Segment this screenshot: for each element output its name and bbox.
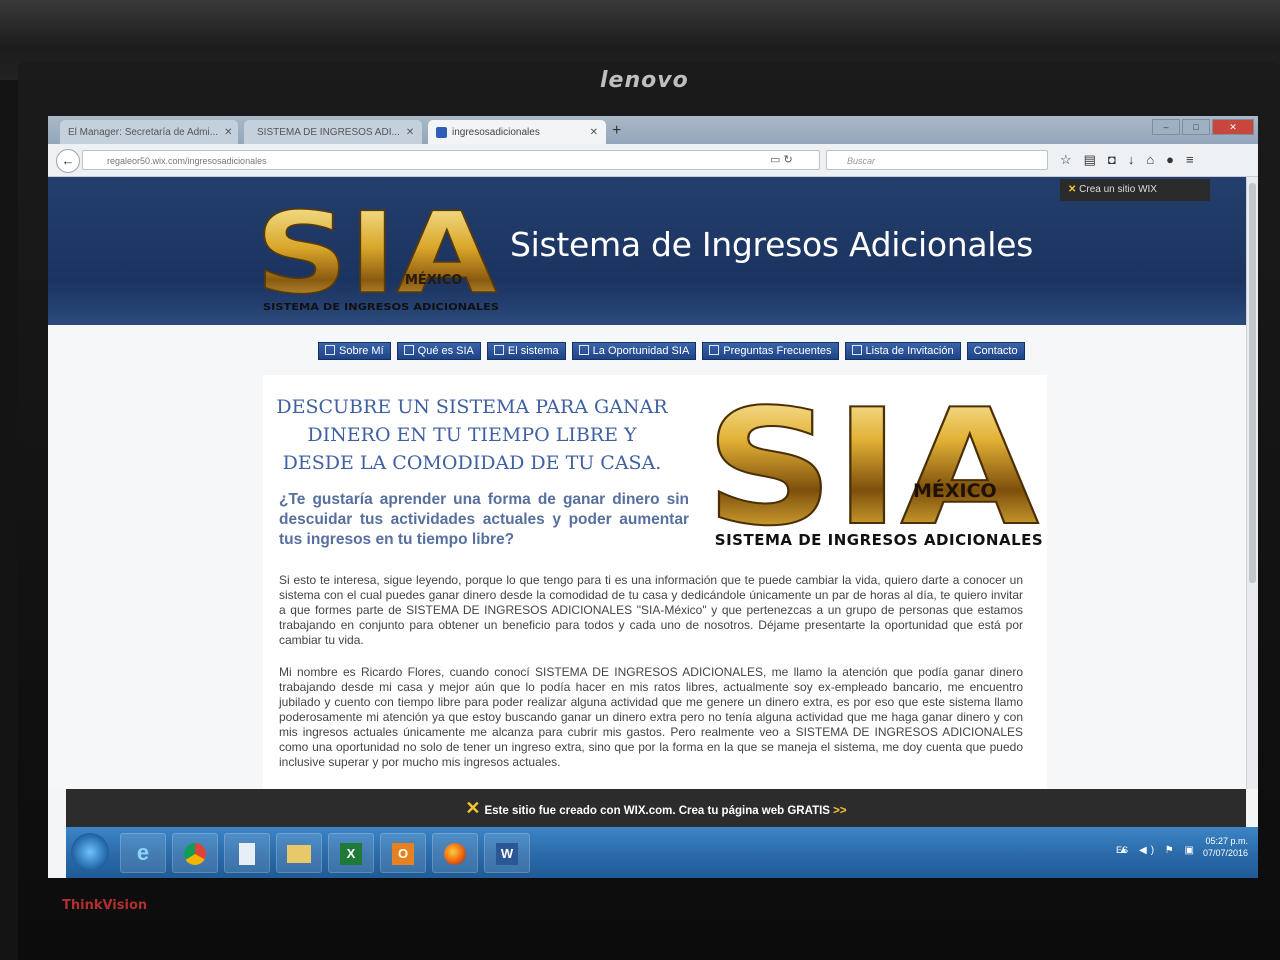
- outlook-icon[interactable]: O: [380, 833, 426, 873]
- reader-reload-icons[interactable]: ▭ ↻: [770, 153, 793, 166]
- screen: El Manager: Secretaría de Admi... ✕ SISTE…: [48, 116, 1258, 878]
- hello-icon[interactable]: ●: [1166, 152, 1174, 168]
- menu-item-el-sistema[interactable]: El sistema: [486, 342, 566, 360]
- address-bar[interactable]: regaleor50.wix.com/ingresosadicionales: [82, 150, 820, 170]
- scrollbar-thumb[interactable]: [1249, 183, 1256, 583]
- wix-favicon-icon: [436, 126, 447, 138]
- menu-bullet-icon: [578, 345, 589, 355]
- tab-sistema[interactable]: SISTEMA DE INGRESOS ADI... ✕: [244, 120, 422, 144]
- search-input[interactable]: Buscar: [826, 150, 1048, 170]
- logo-text: SIA: [705, 375, 1039, 555]
- wix-promo-button[interactable]: ✕ Crea un sitio WIX: [1060, 179, 1210, 201]
- menu-bullet-icon: [403, 345, 414, 355]
- wix-banner-text: Este sitio fue creado con WIX.com. Crea …: [484, 805, 830, 817]
- clock-date: 07/07/2016: [1202, 848, 1248, 858]
- bookmarks-list-icon[interactable]: ▤: [1084, 152, 1096, 168]
- sia-logo-large: SIA MÉXICO: [704, 375, 1040, 555]
- menu-bullet-icon: [325, 345, 335, 355]
- wix-banner[interactable]: ✕ Este sitio fue creado con WIX.com. Crea…: [66, 789, 1246, 827]
- menu-item-oportunidad[interactable]: La Oportunidad SIA: [571, 342, 697, 360]
- logo-text: SIA: [255, 189, 497, 315]
- about-paragraph: Mi nombre es Ricardo Flores, cuando cono…: [279, 665, 1023, 769]
- close-window-icon[interactable]: ✕: [1212, 119, 1254, 135]
- logo-mexico: MÉXICO: [913, 479, 997, 502]
- back-button[interactable]: ←: [56, 149, 80, 173]
- excel-icon[interactable]: X: [328, 833, 374, 873]
- windows-taskbar: e X O W ES ▲ ◀) ⚑ ▣ 05:27 p.m. 07/07/201…: [66, 827, 1258, 878]
- pocket-icon[interactable]: ◘: [1108, 152, 1116, 168]
- tray-icons[interactable]: ▲ ◀) ⚑ ▣: [1118, 845, 1198, 856]
- notepad-icon[interactable]: [224, 833, 270, 873]
- menu-item-contacto[interactable]: Contacto: [966, 342, 1025, 360]
- clock-time: 05:27 p.m.: [1205, 836, 1248, 846]
- close-tab-icon[interactable]: ✕: [218, 127, 232, 138]
- sia-logo-small: SIA MÉXICO SISTEMA DE INGRESOS ADICIONAL…: [254, 188, 499, 315]
- toolbar-icons: ☆ ▤ ◘ ↓ ⌂ ● ≡: [1060, 152, 1194, 168]
- headline: DESCUBRE UN SISTEMA PARA GANAR DINERO EN…: [276, 396, 668, 474]
- menu-item-sobre-mi[interactable]: Sobre Mí: [318, 342, 391, 360]
- browser-nav-bar: ← regaleor50.wix.com/ingresosadicionales…: [48, 144, 1258, 177]
- bookmark-star-icon[interactable]: ☆: [1060, 152, 1072, 168]
- maximize-icon[interactable]: □: [1182, 119, 1210, 135]
- wix-banner-arrow: >>: [833, 805, 847, 817]
- logo-mexico: MÉXICO: [405, 272, 462, 288]
- tab-ingresosadicionales[interactable]: ingresosadicionales ✕: [428, 120, 606, 144]
- logo-caption-small: SISTEMA DE INGRESOS ADICIONALES: [263, 302, 499, 313]
- site-header: SIA MÉXICO SISTEMA DE INGRESOS ADICIONAL…: [48, 177, 1246, 325]
- page-scrollbar[interactable]: [1246, 177, 1258, 789]
- chrome-icon[interactable]: [172, 833, 218, 873]
- content-box: DESCUBRE UN SISTEMA PARA GANAR DINERO EN…: [263, 375, 1047, 789]
- home-icon[interactable]: ⌂: [1146, 152, 1154, 168]
- menu-item-preguntas[interactable]: Preguntas Frecuentes: [702, 342, 839, 360]
- intro-paragraph: Si esto te interesa, sigue leyendo, porq…: [279, 573, 1023, 647]
- subheadline-question: ¿Te gustaría aprender una forma de ganar…: [279, 491, 689, 548]
- minimize-icon[interactable]: –: [1152, 119, 1180, 135]
- site-menu: Sobre Mí Qué es SIA El sistema La Oportu…: [318, 342, 1025, 360]
- window-controls: – □ ✕: [1152, 119, 1254, 135]
- folder-icon[interactable]: [276, 833, 322, 873]
- web-page: SIA MÉXICO SISTEMA DE INGRESOS ADICIONAL…: [48, 177, 1246, 789]
- ie-icon[interactable]: e: [120, 833, 166, 873]
- wix-promo-label: Crea un sitio WIX: [1079, 184, 1157, 195]
- site-title: Sistema de Ingresos Adicionales: [510, 225, 1034, 264]
- monitor-model-label: ThinkVision: [62, 898, 148, 913]
- menu-bullet-icon: [709, 345, 720, 355]
- menu-item-lista[interactable]: Lista de Invitación: [844, 342, 961, 360]
- wix-x-icon: ✕: [1068, 184, 1080, 195]
- close-tab-icon[interactable]: ✕: [584, 127, 598, 138]
- menu-bullet-icon: [493, 345, 504, 355]
- close-tab-icon[interactable]: ✕: [400, 127, 414, 138]
- menu-item-que-es-sia[interactable]: Qué es SIA: [396, 342, 481, 360]
- new-tab-button[interactable]: +: [612, 122, 621, 140]
- tab-label: El Manager: Secretaría de Admi...: [68, 126, 219, 138]
- word-icon[interactable]: W: [484, 833, 530, 873]
- menu-bullet-icon: [851, 345, 862, 355]
- tab-label: ingresosadicionales: [452, 126, 540, 138]
- download-icon[interactable]: ↓: [1128, 152, 1135, 168]
- start-button[interactable]: [71, 833, 109, 871]
- tab-manager[interactable]: El Manager: Secretaría de Admi... ✕: [60, 120, 238, 144]
- menu-icon[interactable]: ≡: [1186, 152, 1194, 168]
- wix-x-icon: ✕: [465, 798, 481, 818]
- logo-caption: SISTEMA DE INGRESOS ADICIONALES: [714, 531, 1044, 549]
- tab-label: SISTEMA DE INGRESOS ADI...: [257, 126, 400, 138]
- monitor-brand-logo: lenovo: [600, 68, 689, 93]
- browser-tab-bar: El Manager: Secretaría de Admi... ✕ SISTE…: [48, 116, 1258, 144]
- firefox-icon[interactable]: [432, 833, 478, 873]
- clock[interactable]: 05:27 p.m. 07/07/2016: [1203, 835, 1248, 859]
